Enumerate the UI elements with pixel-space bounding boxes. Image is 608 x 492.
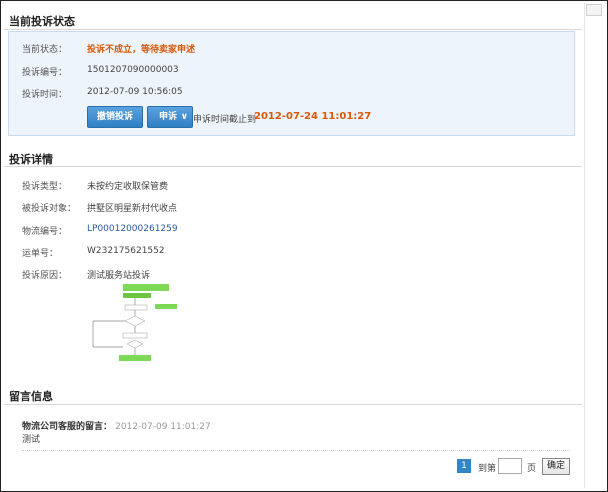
complaint-time-label: 投诉时间： [22, 90, 68, 100]
status-value: 投诉不成立，等待卖家申述 [87, 45, 196, 55]
flow-node [155, 304, 177, 309]
status-label: 当前状态： [22, 45, 68, 55]
confirm-button-label: 确定 [546, 461, 565, 471]
pagination-page-suffix: 页 [527, 464, 537, 474]
appeal-deadline-text: 申诉时间截止到 [193, 115, 257, 125]
appeal-deadline-date: 2012-07-24 11:01:27 [254, 111, 372, 122]
page-jump-confirm-button[interactable]: 确定 [542, 458, 570, 475]
withdraw-button-label: 撤销投诉 [96, 112, 133, 122]
logistics-id-label: 物流编号： [22, 227, 68, 237]
section-divider [4, 29, 582, 30]
chevron-down-icon: ∨ [180, 112, 188, 122]
attachment-thumbnail[interactable] [85, 283, 180, 365]
flow-node [122, 332, 148, 339]
complaint-type-label: 投诉类型： [22, 182, 68, 192]
complaint-id-label: 投诉编号： [22, 68, 68, 78]
flow-decision [126, 339, 144, 349]
complaint-reason-value: 测试服务站投诉 [87, 271, 151, 281]
waybill-label: 运单号： [22, 249, 59, 259]
message-author-label: 物流公司客服的留言： [22, 422, 113, 432]
withdraw-complaint-button[interactable]: 撤销投诉 [87, 106, 143, 128]
complaint-time-value: 2012-07-09 10:56:05 [87, 87, 183, 97]
message-divider [22, 450, 570, 451]
flow-node [123, 284, 169, 291]
message-time: 2012-07-09 11:01:27 [115, 422, 211, 432]
appeal-button[interactable]: 申诉 ∨ [147, 106, 193, 128]
complaint-id-value: 1501207090000003 [87, 65, 179, 75]
flow-decision [124, 315, 146, 327]
details-title: 投诉详情 [9, 153, 53, 166]
flow-node [123, 293, 151, 298]
current-status-title: 当前投诉状态 [9, 15, 75, 28]
page-jump-input[interactable] [498, 458, 522, 474]
section-divider [4, 404, 582, 405]
complaint-reason-label: 投诉原因： [22, 271, 68, 281]
waybill-value: W232175621552 [87, 246, 165, 256]
complaint-target-value: 拱墅区明星新村代收点 [87, 204, 178, 214]
complaint-type-value: 未按约定收取保管费 [87, 182, 169, 192]
pagination-current-page[interactable]: 1 [457, 459, 471, 473]
scrollbar-thumb[interactable] [586, 4, 602, 16]
message-author: 物流公司客服的留言： 2012-07-09 11:01:27 [22, 419, 211, 432]
logistics-id-link[interactable]: LP00012000261259 [87, 224, 178, 234]
messages-title: 留言信息 [9, 390, 53, 403]
flow-node [124, 304, 148, 311]
section-divider [4, 166, 582, 167]
appeal-button-label: 申诉 [158, 112, 177, 122]
message-content: 测试 [22, 435, 41, 445]
complaint-target-label: 被投诉对象： [22, 204, 77, 214]
scrollbar-track[interactable] [584, 2, 605, 488]
flow-node [119, 355, 151, 361]
pagination-goto-label: 到第 [478, 464, 497, 474]
